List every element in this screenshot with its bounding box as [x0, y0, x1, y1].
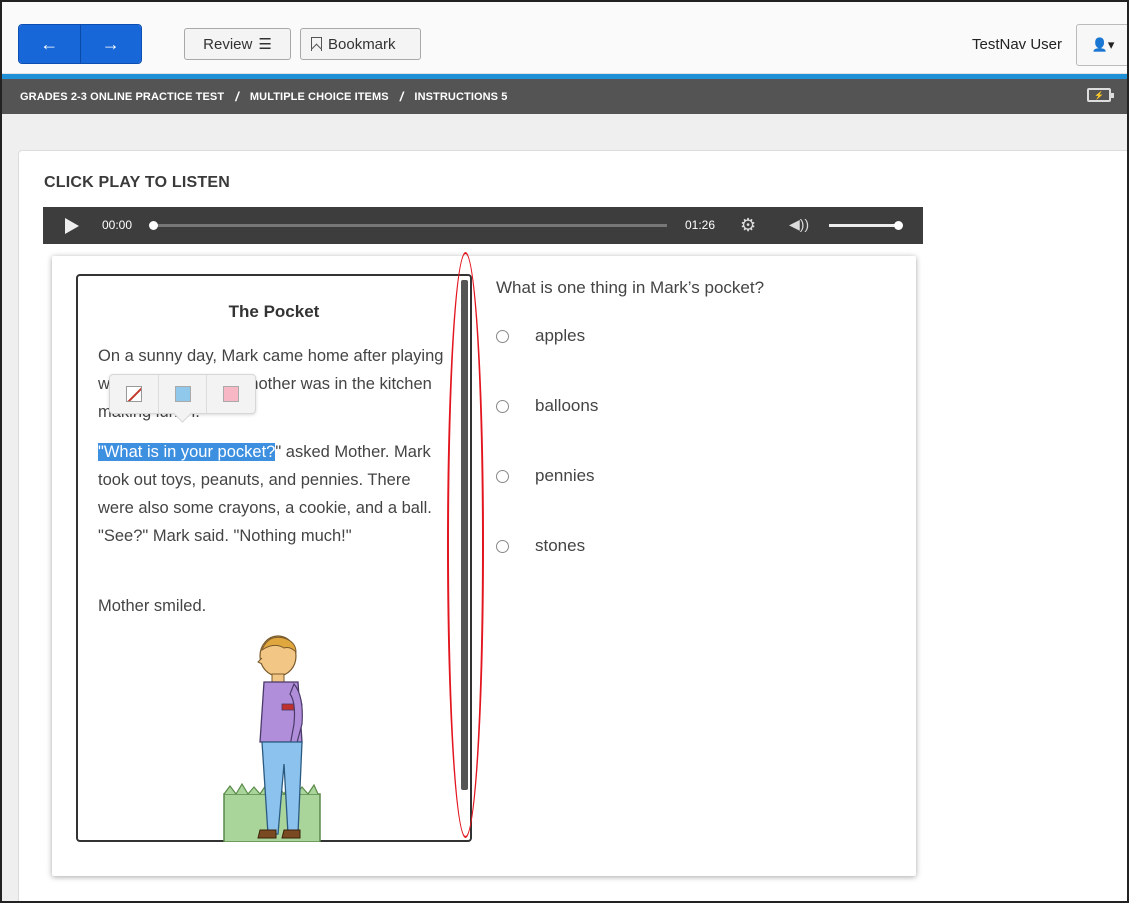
- review-label: Review: [203, 35, 253, 53]
- current-time: 00:00: [102, 218, 133, 232]
- choice-label: pennies: [535, 466, 595, 485]
- eraser-icon: [125, 386, 142, 402]
- user-menu-button[interactable]: 👤▾: [1076, 24, 1127, 66]
- passage-paragraph: "What is in your pocket?" asked Mother. …: [98, 438, 446, 550]
- radio-button[interactable]: [496, 399, 509, 413]
- arrow-left-icon: ←: [40, 33, 59, 54]
- battery-icon: ⚡: [1087, 88, 1114, 102]
- answer-choice-balloons[interactable]: balloons: [496, 393, 598, 419]
- choice-label: apples: [535, 326, 586, 345]
- audio-player: 00:00 01:26 ⚙ ◀)): [43, 207, 923, 244]
- breadcrumb-separator: /: [399, 89, 404, 104]
- list-icon: ☰: [258, 36, 272, 53]
- highlight-pink-button[interactable]: [206, 375, 255, 413]
- seek-handle[interactable]: [149, 221, 158, 230]
- bookmark-label: Bookmark: [328, 35, 396, 53]
- choice-label: balloons: [535, 396, 599, 415]
- highlighter-popup: [109, 374, 256, 414]
- answer-choice-apples[interactable]: apples: [496, 323, 585, 349]
- volume-slider[interactable]: [829, 224, 901, 227]
- user-icon: 👤▾: [1091, 37, 1115, 52]
- boy-illustration: [223, 635, 321, 842]
- choice-label: stones: [535, 536, 586, 555]
- passage-scrollbar[interactable]: [461, 280, 468, 790]
- question-prompt: What is one thing in Mark’s pocket?: [496, 278, 765, 297]
- seek-track[interactable]: [151, 224, 667, 227]
- top-toolbar: ← → Review ☰ Bookmark TestNav User 👤▾: [2, 2, 1127, 74]
- bookmark-icon: [311, 37, 322, 51]
- review-button[interactable]: Review ☰: [184, 28, 291, 60]
- highlight-blue-button[interactable]: [157, 375, 207, 413]
- volume-handle[interactable]: [894, 221, 903, 230]
- volume-icon[interactable]: ◀)): [789, 216, 809, 233]
- total-time: 01:26: [685, 218, 716, 232]
- play-icon[interactable]: [65, 218, 79, 234]
- breadcrumb-item-section: MULTIPLE CHOICE ITEMS: [249, 90, 389, 103]
- breadcrumb: GRADES 2-3 ONLINE PRACTICE TEST / MULTIP…: [2, 79, 1127, 114]
- blue-swatch-icon: [174, 386, 191, 402]
- back-button[interactable]: ←: [19, 25, 80, 63]
- answer-choice-stones[interactable]: stones: [496, 533, 585, 559]
- gear-icon[interactable]: ⚙: [740, 215, 756, 236]
- breadcrumb-item-page: INSTRUCTIONS 5: [414, 90, 508, 103]
- bookmark-button[interactable]: Bookmark: [300, 28, 421, 60]
- answer-choice-pennies[interactable]: pennies: [496, 463, 595, 489]
- user-name: TestNav User: [972, 36, 1063, 53]
- arrow-right-icon: →: [101, 33, 120, 54]
- next-button[interactable]: →: [79, 25, 141, 63]
- passage-title: The Pocket: [228, 302, 320, 321]
- testnav-window: ← → Review ☰ Bookmark TestNav User 👤▾ GR…: [0, 0, 1129, 903]
- breadcrumb-item-test: GRADES 2-3 ONLINE PRACTICE TEST: [20, 90, 225, 103]
- radio-button[interactable]: [496, 329, 509, 343]
- pink-swatch-icon: [223, 386, 240, 402]
- breadcrumb-separator: /: [235, 89, 239, 104]
- clear-highlight-button[interactable]: [110, 375, 158, 413]
- passage-paragraph: Mother smiled.: [98, 597, 207, 615]
- radio-button[interactable]: [496, 469, 509, 483]
- audio-heading: CLICK PLAY TO LISTEN: [44, 174, 230, 191]
- navigation-buttons: ← →: [18, 24, 142, 64]
- radio-button[interactable]: [496, 539, 509, 553]
- highlighted-text[interactable]: "What is in your pocket?: [98, 443, 276, 461]
